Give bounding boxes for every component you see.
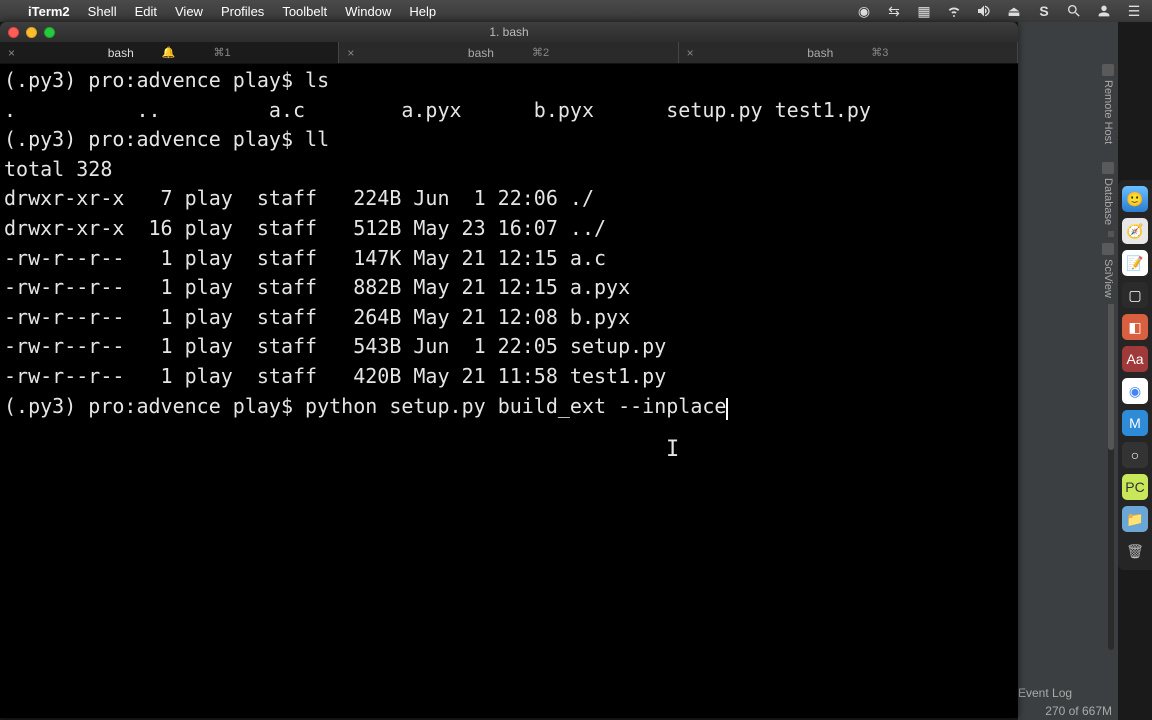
shell-prompt: (.py3) pro:advence play$ [4, 127, 293, 151]
ll-row: -rw-r--r-- 1 play staff 543B Jun 1 22:05… [4, 334, 666, 358]
dock-notes-icon[interactable]: 📝 [1122, 250, 1148, 276]
window-titlebar[interactable]: 1. bash [0, 22, 1018, 42]
panel-database[interactable]: Database [1100, 156, 1116, 231]
ll-row: drwxr-xr-x 16 play staff 512B May 23 16:… [4, 216, 606, 240]
eject-icon[interactable]: ⏏ [1006, 3, 1022, 19]
panel-sciview[interactable]: SciView [1100, 237, 1116, 304]
dock-chrome-icon[interactable]: ◉ [1122, 378, 1148, 404]
tab-shortcut: ⌘3 [871, 46, 888, 59]
dock-font-icon[interactable]: Aa [1122, 346, 1148, 372]
terminal-window: 1. bash × bash 🔔 ⌘1 × bash ⌘2 × bash ⌘3 … [0, 22, 1018, 718]
menu-profiles[interactable]: Profiles [221, 4, 264, 19]
command-text: ls [305, 68, 329, 92]
command-text: ll [305, 127, 329, 151]
dock-files-icon[interactable]: 📁 [1122, 506, 1148, 532]
tab-2[interactable]: × bash ⌘2 [339, 42, 678, 63]
panel-label-text: Remote Host [1102, 80, 1114, 144]
user-icon[interactable] [1096, 3, 1112, 19]
panel-label-text: Database [1102, 178, 1114, 225]
app-name[interactable]: iTerm2 [28, 4, 70, 19]
ll-row: -rw-r--r-- 1 play staff 264B May 21 12:0… [4, 305, 630, 329]
wifi-icon[interactable] [946, 3, 962, 19]
dock-intellij-icon[interactable]: ◧ [1122, 314, 1148, 340]
dock-pycharm-icon[interactable]: PC [1122, 474, 1148, 500]
menu-edit[interactable]: Edit [135, 4, 157, 19]
dock-circle-icon[interactable]: ○ [1122, 442, 1148, 468]
event-log-link[interactable]: Event Log [1018, 686, 1072, 700]
sync-icon[interactable]: ⇆ [886, 3, 902, 19]
ll-total: total 328 [4, 157, 112, 181]
spotlight-icon[interactable] [1066, 3, 1082, 19]
ll-row: -rw-r--r-- 1 play staff 420B May 21 11:5… [4, 364, 666, 388]
tab-1[interactable]: × bash 🔔 ⌘1 [0, 42, 339, 63]
menu-view[interactable]: View [175, 4, 203, 19]
macos-menubar: iTerm2 Shell Edit View Profiles Toolbelt… [0, 0, 1152, 22]
dock-safari-icon[interactable]: 🧭 [1122, 218, 1148, 244]
menu-shell[interactable]: Shell [88, 4, 117, 19]
app-s-icon[interactable]: S [1036, 3, 1052, 19]
shell-prompt: (.py3) pro:advence play$ [4, 68, 293, 92]
menu-help[interactable]: Help [409, 4, 436, 19]
ll-row: drwxr-xr-x 7 play staff 224B Jun 1 22:06… [4, 186, 594, 210]
database-icon [1102, 162, 1114, 174]
sciview-icon [1102, 243, 1114, 255]
tab-bar: × bash 🔔 ⌘1 × bash ⌘2 × bash ⌘3 [0, 42, 1018, 64]
panel-label-text: SciView [1102, 259, 1114, 298]
window-title: 1. bash [0, 25, 1018, 39]
dock-finder-icon[interactable]: 🙂 [1122, 186, 1148, 212]
bell-icon: 🔔 [162, 46, 176, 59]
grid-icon[interactable]: ▦ [916, 3, 932, 19]
dock-trash-icon[interactable]: 🗑 [1122, 538, 1148, 564]
tab-shortcut: ⌘2 [532, 46, 549, 59]
menu-list-icon[interactable]: ☰ [1126, 3, 1142, 19]
tab-shortcut: ⌘1 [213, 46, 230, 59]
macos-dock: 🙂 🧭 📝 ▢ ◧ Aa ◉ M ○ PC 📁 🗑 [1118, 180, 1152, 570]
tab-label: bash [108, 46, 134, 60]
close-tab-icon[interactable]: × [687, 46, 694, 60]
record-icon[interactable]: ◉ [856, 3, 872, 19]
memory-status: 270 of 667M [1018, 704, 1116, 718]
menu-window[interactable]: Window [345, 4, 391, 19]
mouse-ibeam-cursor: 𝙸 [666, 434, 679, 467]
terminal-content[interactable]: (.py3) pro:advence play$ ls . .. a.c a.p… [0, 64, 1018, 718]
ide-tool-panels: Remote Host Database SciView [1100, 58, 1116, 304]
terminal-cursor [726, 398, 728, 420]
shell-prompt: (.py3) pro:advence play$ [4, 394, 293, 418]
tab-label: bash [807, 46, 833, 60]
dock-mamp-icon[interactable]: M [1122, 410, 1148, 436]
tab-label: bash [468, 46, 494, 60]
ls-output: . .. a.c a.pyx b.pyx setup.py test1.py [4, 98, 871, 122]
volume-icon[interactable] [976, 3, 992, 19]
command-text: python setup.py build_ext --inplace [305, 394, 726, 418]
ll-row: -rw-r--r-- 1 play staff 882B May 21 12:1… [4, 275, 630, 299]
dock-terminal-icon[interactable]: ▢ [1122, 282, 1148, 308]
tab-3[interactable]: × bash ⌘3 [679, 42, 1018, 63]
menu-toolbelt[interactable]: Toolbelt [282, 4, 327, 19]
remote-host-icon [1102, 64, 1114, 76]
close-tab-icon[interactable]: × [8, 46, 15, 60]
panel-remote-host[interactable]: Remote Host [1100, 58, 1116, 150]
close-tab-icon[interactable]: × [347, 46, 354, 60]
ll-row: -rw-r--r-- 1 play staff 147K May 21 12:1… [4, 246, 606, 270]
